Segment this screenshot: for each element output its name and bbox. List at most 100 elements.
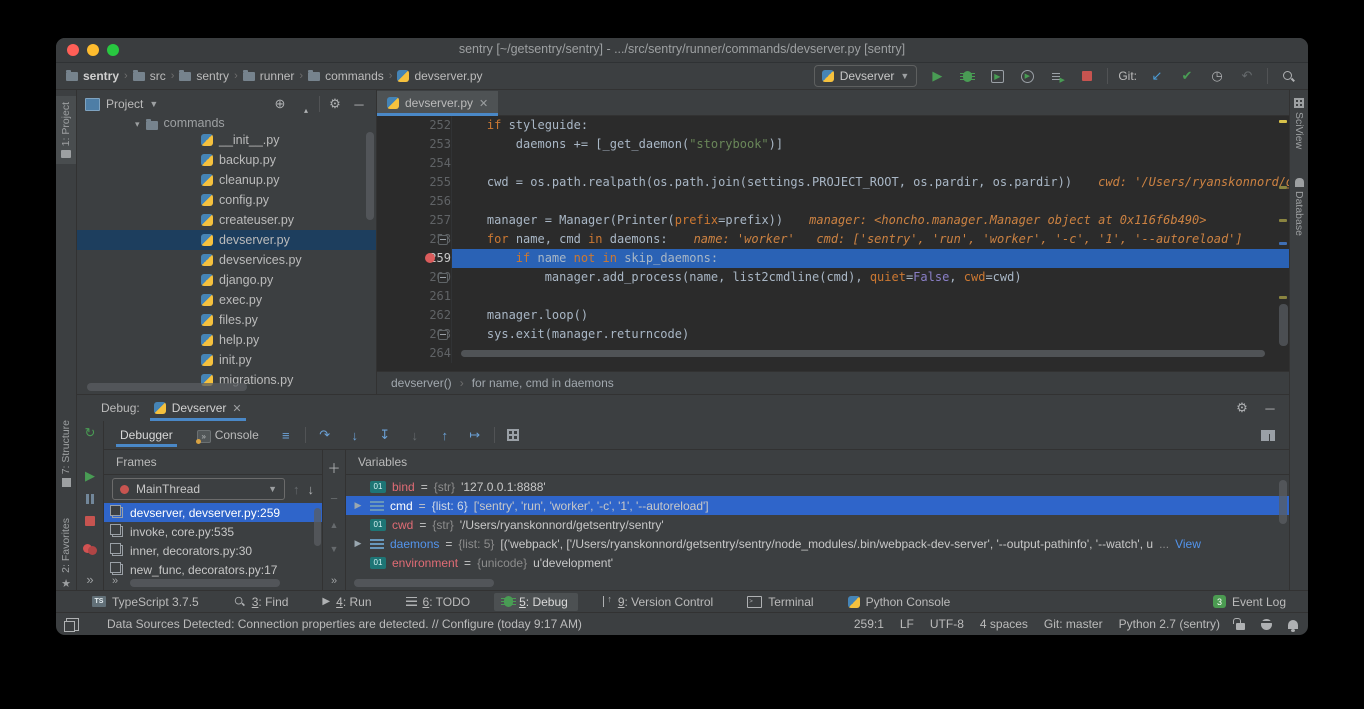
- tree-file-config.py[interactable]: config.py: [77, 190, 376, 210]
- layout-menu-button[interactable]: ≡: [275, 428, 297, 443]
- editor-tab-devserver[interactable]: devserver.py ✕: [377, 91, 498, 115]
- previous-frame-button[interactable]: ↑: [293, 482, 300, 497]
- hide-panel-button[interactable]: ─: [350, 97, 368, 112]
- toolwindow-button-python-console[interactable]: Python Console: [838, 593, 961, 611]
- sidebar-tab-structure[interactable]: 7: Structure: [56, 420, 76, 487]
- toolwindow-button-typescript-3-7-5[interactable]: TSTypeScript 3.7.5: [82, 593, 209, 611]
- status-message[interactable]: Data Sources Detected: Connection proper…: [107, 617, 838, 631]
- gutter-line-261[interactable]: 261: [377, 287, 452, 306]
- gutter-line-257[interactable]: 257: [377, 211, 452, 230]
- stop-debug-button[interactable]: [85, 516, 95, 526]
- run-with-coverage-button[interactable]: ▶: [987, 66, 1007, 86]
- status-widget-git-master[interactable]: Git: master: [1044, 617, 1103, 631]
- inspections-profile-icon[interactable]: [1261, 619, 1272, 630]
- run-button[interactable]: ▶: [927, 66, 947, 86]
- move-up-button[interactable]: ▲: [330, 520, 339, 530]
- tree-file-exec.py[interactable]: exec.py: [77, 290, 376, 310]
- tree-file-cleanup.py[interactable]: cleanup.py: [77, 170, 376, 190]
- frame-row[interactable]: invoke, core.py:535: [104, 522, 322, 541]
- step-out-button[interactable]: ↑: [434, 428, 456, 443]
- run-to-cursor-button[interactable]: ↦: [464, 427, 486, 443]
- vcs-rollback-button[interactable]: ↶: [1237, 66, 1257, 86]
- code-editor[interactable]: 252 if styleguide:253 daemons += [_get_d…: [377, 116, 1289, 371]
- view-breakpoints-button[interactable]: [83, 544, 97, 554]
- notifications-icon[interactable]: [1288, 620, 1298, 629]
- fold-marker-icon[interactable]: [438, 235, 448, 245]
- frames-more-button[interactable]: »: [112, 575, 118, 587]
- watches-more-button[interactable]: »: [323, 575, 345, 587]
- project-tree-vscrollbar[interactable]: [366, 132, 374, 220]
- toolwindow-button-6-todo[interactable]: 6: TODO: [396, 593, 481, 611]
- tree-file-init.py[interactable]: init.py: [77, 350, 376, 370]
- frames-hscrollbar[interactable]: [130, 579, 280, 587]
- vcs-history-button[interactable]: ◷: [1207, 66, 1227, 86]
- toolwindow-button-3-find[interactable]: 3: Find: [223, 593, 299, 611]
- vcs-update-button[interactable]: ↙: [1147, 66, 1167, 86]
- concurrency-diagram-button[interactable]: [1047, 66, 1067, 86]
- sidebar-tab-favorites[interactable]: 2: Favorites ★: [56, 518, 76, 590]
- gutter-line-264[interactable]: 264: [377, 344, 452, 363]
- project-tree-hscrollbar[interactable]: [87, 383, 247, 391]
- breadcrumb-item-devserver.py[interactable]: devserver.py: [397, 69, 482, 83]
- tree-file-django.py[interactable]: django.py: [77, 270, 376, 290]
- breadcrumb-item-src[interactable]: src: [133, 69, 166, 83]
- add-watch-button[interactable]: ＋: [327, 458, 340, 477]
- sidebar-tab-project[interactable]: 1: Project: [56, 96, 76, 164]
- gutter-line-254[interactable]: 254: [377, 154, 452, 173]
- breadcrumb-item-sentry[interactable]: sentry: [66, 69, 119, 83]
- gutter-line-255[interactable]: 255: [377, 173, 452, 192]
- next-frame-button[interactable]: ↓: [308, 482, 315, 497]
- force-step-into-button[interactable]: ↓: [404, 428, 426, 443]
- frame-row[interactable]: inner, decorators.py:30: [104, 541, 322, 560]
- breadcrumb-function[interactable]: devserver(): [391, 376, 452, 390]
- resume-button[interactable]: ▶: [85, 469, 95, 482]
- editor-hscrollbar[interactable]: [461, 350, 1265, 357]
- stripe-mark-olive[interactable]: [1279, 219, 1287, 222]
- fold-marker-icon[interactable]: [438, 273, 448, 283]
- close-icon[interactable]: ✕: [232, 402, 241, 415]
- status-widget-utf-8[interactable]: UTF-8: [930, 617, 964, 631]
- event-log-button[interactable]: 3 Event Log: [1203, 593, 1296, 611]
- step-over-button[interactable]: ↷: [314, 427, 336, 443]
- status-widget-259-1[interactable]: 259:1: [854, 617, 884, 631]
- step-into-my-code-button[interactable]: ↧: [374, 427, 396, 443]
- toolwindow-button-4-run[interactable]: ▶4: Run: [312, 593, 381, 611]
- toolwindow-toggle-icon[interactable]: [66, 618, 79, 631]
- variable-row-cmd[interactable]: ▶cmd = {list: 6} ['sentry', 'run', 'work…: [346, 496, 1289, 515]
- search-everywhere-button[interactable]: [1278, 66, 1298, 86]
- tree-file-__init__.py[interactable]: __init__.py: [77, 130, 376, 150]
- sidebar-tab-sciview[interactable]: SciView: [1290, 98, 1308, 149]
- debug-session-tab[interactable]: Devserver ✕: [150, 395, 246, 421]
- tree-file-devserver.py[interactable]: devserver.py: [77, 230, 376, 250]
- stripe-mark-olive[interactable]: [1279, 296, 1287, 299]
- status-widget-lf[interactable]: LF: [900, 617, 914, 631]
- tree-file-backup.py[interactable]: backup.py: [77, 150, 376, 170]
- variable-row-daemons[interactable]: ▶daemons = {list: 5} [('webpack', ['/Use…: [346, 534, 1289, 553]
- expand-arrow-icon[interactable]: ▶: [352, 500, 364, 511]
- step-into-button[interactable]: ↓: [344, 428, 366, 443]
- variables-vscrollbar[interactable]: [1279, 480, 1287, 524]
- debug-button[interactable]: [957, 66, 977, 86]
- editor-vscrollbar[interactable]: [1279, 304, 1288, 346]
- gutter-line-253[interactable]: 253: [377, 135, 452, 154]
- breakpoint-icon[interactable]: [425, 253, 435, 263]
- variable-row-cwd[interactable]: 01cwd = {str} '/Users/ryanskonnord/getse…: [346, 515, 1289, 534]
- gutter-line-260[interactable]: 260: [377, 268, 452, 287]
- fold-marker-icon[interactable]: [438, 330, 448, 340]
- stripe-mark-blue[interactable]: [1279, 242, 1287, 245]
- tree-file-createuser.py[interactable]: createuser.py: [77, 210, 376, 230]
- debug-settings-button[interactable]: ⚙: [1233, 400, 1251, 416]
- frame-row[interactable]: new_func, decorators.py:17: [104, 560, 322, 579]
- frame-row[interactable]: devserver, devserver.py:259: [104, 503, 322, 522]
- tree-file-help.py[interactable]: help.py: [77, 330, 376, 350]
- gutter-line-262[interactable]: 262: [377, 306, 452, 325]
- evaluate-expression-button[interactable]: [503, 425, 523, 445]
- hide-debug-panel-button[interactable]: ─: [1261, 401, 1279, 416]
- more-actions-button[interactable]: »: [86, 573, 93, 586]
- gutter-line-258[interactable]: 258: [377, 230, 452, 249]
- tree-file-devservices.py[interactable]: devservices.py: [77, 250, 376, 270]
- variables-hscrollbar[interactable]: [354, 579, 494, 587]
- toolwindow-button-9-version-control[interactable]: 9: Version Control: [592, 593, 723, 611]
- vcs-commit-button[interactable]: ✔: [1177, 66, 1197, 86]
- variable-row-environment[interactable]: 01environment = {unicode} u'development': [346, 553, 1289, 572]
